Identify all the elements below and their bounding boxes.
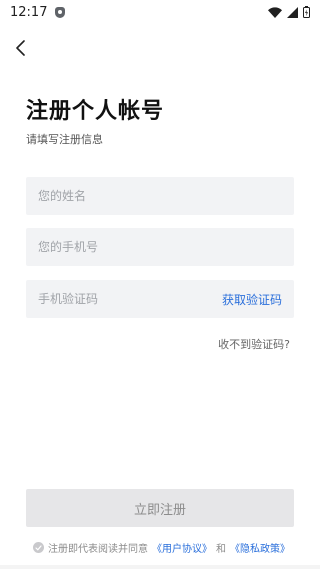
check-circle-icon[interactable] <box>33 542 44 553</box>
page-title: 注册个人帐号 <box>26 99 165 124</box>
status-time: 12:17 <box>10 4 48 20</box>
back-button[interactable] <box>8 35 34 61</box>
get-code-button[interactable]: 获取验证码 <box>222 291 282 308</box>
agreement-conjunction: 和 <box>216 544 226 555</box>
code-input[interactable] <box>38 292 198 306</box>
shield-icon <box>55 6 66 18</box>
status-right <box>268 6 310 18</box>
wifi-icon <box>268 6 282 18</box>
register-screen: 12:17 注册个人帐号 请填写注册信息 获 <box>0 0 320 569</box>
name-input[interactable] <box>38 189 282 203</box>
register-button[interactable]: 立即注册 <box>26 489 294 527</box>
privacy-policy-link[interactable]: 《隐私政策》 <box>230 540 290 555</box>
chevron-left-icon <box>16 40 25 56</box>
bottom-bar <box>0 565 320 569</box>
status-bar: 12:17 <box>0 0 320 24</box>
no-code-link[interactable]: 收不到验证码? <box>218 336 290 352</box>
phone-input[interactable] <box>38 240 282 254</box>
name-field <box>26 177 294 215</box>
agreement-prefix: 注册即代表阅读并同意 <box>48 544 148 555</box>
code-field: 获取验证码 <box>26 280 294 318</box>
phone-field <box>26 228 294 266</box>
signal-icon <box>287 6 298 18</box>
checkmark-icon <box>35 544 42 551</box>
status-left: 12:17 <box>10 4 66 20</box>
battery-icon <box>303 6 310 18</box>
user-agreement-link[interactable]: 《用户协议》 <box>152 540 212 555</box>
page-subtitle: 请填写注册信息 <box>26 133 103 146</box>
agreement-row: 注册即代表阅读并同意 《用户协议》 和 《隐私政策》 <box>33 540 290 555</box>
